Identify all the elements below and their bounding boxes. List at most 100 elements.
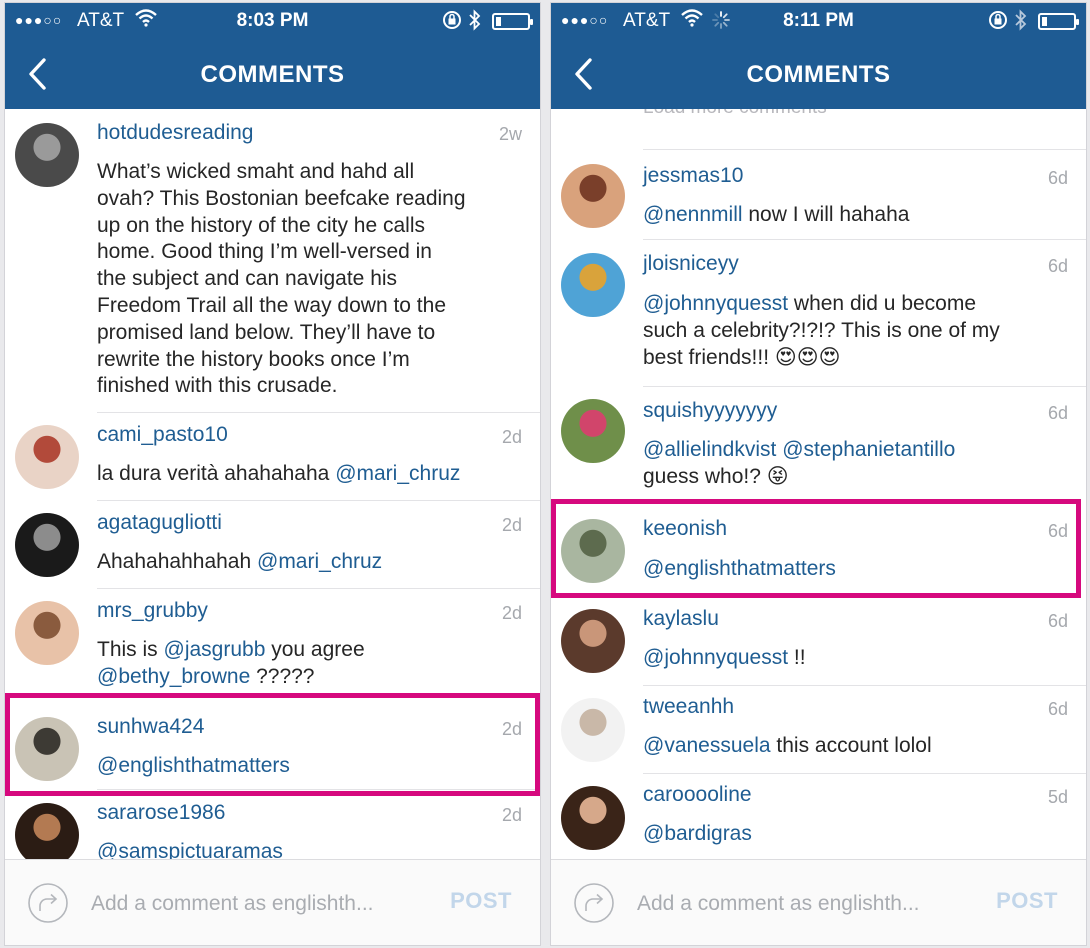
post-button[interactable]: POST <box>450 888 512 914</box>
avatar[interactable] <box>15 425 79 489</box>
comment-item[interactable]: mrs_grubby 2d This is @jasgrubb you agre… <box>5 589 540 699</box>
comment-username[interactable]: cami_pasto10 <box>97 423 228 447</box>
comment-item[interactable]: keeonish 6d @englishthatmatters <box>551 501 1086 597</box>
bluetooth-icon <box>469 9 481 31</box>
comment-item[interactable]: jessmas10 6d @nennmill now I will hahaha <box>551 150 1086 238</box>
page-title: COMMENTS <box>746 61 891 88</box>
comment-username[interactable]: sunhwa424 <box>97 715 204 739</box>
comment-text-segment: this account lolol <box>770 734 932 757</box>
avatar[interactable] <box>15 717 79 781</box>
comment-username[interactable]: mrs_grubby <box>97 599 208 623</box>
comment-item[interactable]: jloisniceyy 6d @johnnyquesst when did u … <box>551 240 1086 387</box>
comment-item[interactable]: agatagugliotti 2d Ahahahahhahah @mari_ch… <box>5 501 540 589</box>
rotation-lock-icon <box>989 11 1007 29</box>
comment-text: @samspictuaramas <box>97 839 522 859</box>
comment-input[interactable] <box>637 888 977 920</box>
reply-icon[interactable] <box>573 882 615 924</box>
comment-username[interactable]: jloisniceyy <box>643 252 739 276</box>
comment-text-segment: up on the history of the city he calls <box>97 213 426 237</box>
mention-link[interactable]: @bardigras <box>643 822 752 845</box>
comment-text: @englishthatmatters <box>643 556 1068 583</box>
avatar[interactable] <box>15 513 79 577</box>
comment-item[interactable]: hotdudesreading 2w What’s wicked smaht a… <box>5 109 540 413</box>
avatar[interactable] <box>561 519 625 583</box>
comment-text-segment: promised land below. They’ll have to <box>97 320 436 344</box>
comment-timestamp: 2d <box>501 603 522 623</box>
avatar[interactable] <box>561 609 625 673</box>
comment-text-segment: the subject and can navigate his <box>97 267 398 291</box>
comment-text-segment: Freedom Trail all the way down to the <box>97 293 447 317</box>
comment-text-segment: now I will hahaha <box>742 203 910 226</box>
mention-link[interactable]: @bethy_browne <box>97 665 250 688</box>
comment-timestamp: 6d <box>1047 699 1068 719</box>
comment-text-segment: This is <box>97 638 164 661</box>
nav-bar: COMMENTS <box>5 39 540 109</box>
comment-item[interactable]: carooooline 5d @bardigras <box>551 774 1086 859</box>
reply-icon[interactable] <box>27 882 69 924</box>
comment-username[interactable]: sararose1986 <box>97 801 225 825</box>
comment-timestamp: 2d <box>501 805 522 825</box>
comments-list[interactable]: Load more comments jessmas10 6d @nennmil… <box>551 109 1086 859</box>
comment-username[interactable]: kaylaslu <box>643 607 719 631</box>
comments-list[interactable]: hotdudesreading 2w What’s wicked smaht a… <box>5 109 540 859</box>
comment-username[interactable]: tweeanhh <box>643 695 734 719</box>
comment-item[interactable]: squishyyyyyyy 6d @allielindkvist @stepha… <box>551 387 1086 501</box>
mention-link[interactable]: @jasgrubb <box>164 638 266 661</box>
mention-link[interactable]: @samspictuaramas <box>97 840 283 859</box>
comment-timestamp: 2w <box>498 124 522 144</box>
phone-screen-right: ●●●○○ AT&T 8:11 PM COMMENTS Load more co… <box>550 2 1087 946</box>
comment-username[interactable]: agatagugliotti <box>97 511 222 535</box>
comment-text-segment: Ahahahahhahah <box>97 550 257 573</box>
comment-item[interactable]: sararose1986 2d @samspictuaramas <box>5 790 540 859</box>
comment-username[interactable]: jessmas10 <box>643 164 743 188</box>
avatar[interactable] <box>561 698 625 762</box>
comment-text-segment: when did u become <box>788 292 977 315</box>
comment-text: Ahahahahhahah @mari_chruz <box>97 549 522 576</box>
comment-timestamp: 2d <box>501 719 522 739</box>
comment-text-segment: such a celebrity?!?!? This is one of my <box>643 318 1000 342</box>
mention-link[interactable]: @vanessuela <box>643 734 771 757</box>
mention-link[interactable]: @johnnyquesst <box>643 646 788 669</box>
post-button[interactable]: POST <box>996 888 1058 914</box>
comment-text-segment: home. Good thing I’m well-versed in <box>97 240 432 264</box>
comment-item[interactable]: kaylaslu 6d @johnnyquesst !! <box>551 597 1086 685</box>
comment-item[interactable]: sunhwa424 2d @englishthatmatters <box>5 699 540 789</box>
comment-timestamp: 5d <box>1047 787 1068 807</box>
mention-link[interactable]: @englishthatmatters <box>97 754 290 777</box>
load-more-comments-link[interactable]: Load more comments <box>643 109 827 119</box>
mention-link[interactable]: @englishthatmatters <box>643 557 836 580</box>
mention-link[interactable]: @johnnyquesst <box>643 292 788 315</box>
avatar[interactable] <box>561 164 625 228</box>
comment-text-segment: rewrite the history books once I’m <box>97 347 410 371</box>
comment-input[interactable] <box>91 888 431 920</box>
avatar[interactable] <box>561 399 625 463</box>
comment-text: @nennmill now I will hahaha <box>643 202 1068 229</box>
comment-username[interactable]: carooooline <box>643 783 752 807</box>
comment-text-segment: guess who!? 😝 <box>643 464 789 488</box>
avatar[interactable] <box>561 253 625 317</box>
mention-link[interactable]: @mari_chruz <box>335 462 460 485</box>
comment-username[interactable]: hotdudesreading <box>97 121 253 145</box>
comment-text-segment: finished with this crusade. <box>97 374 338 398</box>
comment-text-segment: ovah? This Bostonian beefcake reading <box>97 186 466 210</box>
avatar[interactable] <box>561 786 625 850</box>
avatar[interactable] <box>15 123 79 187</box>
mention-link[interactable]: @nennmill <box>643 203 743 226</box>
comment-text: @johnnyquesst !! <box>643 645 1068 672</box>
comment-item[interactable]: tweeanhh 6d @vanessuela this account lol… <box>551 686 1086 774</box>
avatar[interactable] <box>15 601 79 665</box>
page-title: COMMENTS <box>200 61 345 88</box>
mention-link[interactable]: @allielindkvist <box>643 438 776 461</box>
avatar[interactable] <box>15 803 79 859</box>
bluetooth-icon <box>1015 9 1027 31</box>
comment-username[interactable]: squishyyyyyyy <box>643 399 777 423</box>
comment-text-segment: you agree <box>265 638 365 661</box>
comment-text: la dura verità ahahahaha @mari_chruz <box>97 461 522 488</box>
comment-text: @allielindkvist @stephanietantillo guess … <box>643 437 1068 491</box>
comment-username[interactable]: keeonish <box>643 517 727 541</box>
mention-link[interactable]: @mari_chruz <box>257 550 382 573</box>
comment-text: This is @jasgrubb you agree @bethy_browne… <box>97 637 522 691</box>
comment-timestamp: 2d <box>501 515 522 535</box>
mention-link[interactable]: @stephanietantillo <box>782 438 955 461</box>
comment-item[interactable]: cami_pasto10 2d la dura verità ahahahaha… <box>5 413 540 501</box>
